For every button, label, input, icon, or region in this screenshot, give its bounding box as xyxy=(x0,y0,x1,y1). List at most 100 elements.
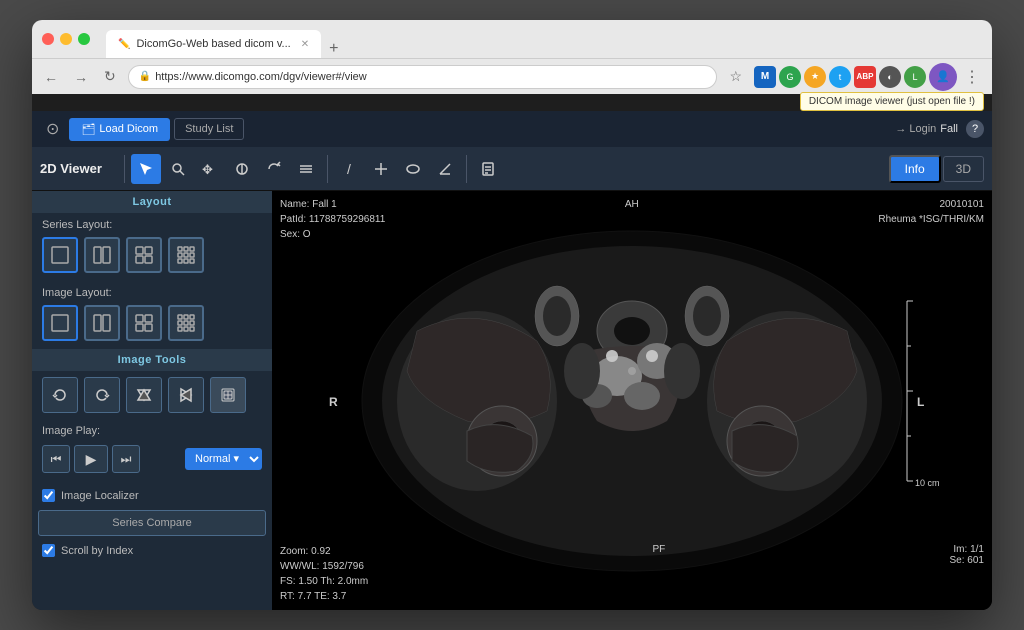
ellipse-tool-button[interactable] xyxy=(398,154,428,184)
series-compare-button[interactable]: Series Compare xyxy=(38,510,266,536)
image-layout-1x2[interactable] xyxy=(84,305,120,341)
3d-tab-button[interactable]: 3D xyxy=(943,156,984,182)
rotate-cw-button[interactable] xyxy=(84,377,120,413)
series-layout-1x1[interactable] xyxy=(42,237,78,273)
forward-button[interactable]: → xyxy=(70,67,92,87)
layout-section-title: Layout xyxy=(32,191,272,213)
ext-icon-1[interactable]: M xyxy=(754,66,776,88)
scroll-by-index-checkbox[interactable] xyxy=(42,544,55,557)
tooltip-text: DICOM image viewer (just open file !) xyxy=(809,96,975,107)
browser-addressbar: ← → ↻ 🔒 https://www.dicomgo.com/dgv/view… xyxy=(32,58,992,94)
back-button[interactable]: ← xyxy=(40,67,62,87)
login-button[interactable]: → Login xyxy=(895,123,936,135)
ext-icon-4[interactable]: t xyxy=(829,66,851,88)
se-label: Se: 601 xyxy=(950,555,984,566)
reload-button[interactable]: ↻ xyxy=(100,66,120,87)
app-main: Layout Series Layout: Im xyxy=(32,191,992,610)
play-button[interactable]: ▶ xyxy=(74,445,108,473)
center-label: AH xyxy=(625,197,639,212)
3d-tab-label: 3D xyxy=(956,162,971,176)
rotate-ccw-button[interactable] xyxy=(42,377,78,413)
login-icon: → xyxy=(895,123,906,135)
zoom-tool-button[interactable] xyxy=(163,154,193,184)
active-tab[interactable]: ✏️ DicomGo-Web based dicom v... ✕ xyxy=(106,30,321,58)
new-tab-button[interactable]: + xyxy=(325,40,342,58)
viewer-meta-top: Name: Fall 1 PatId: 11788759296811 Sex: … xyxy=(280,197,984,242)
meta-bottom-center: PF xyxy=(652,544,665,604)
play-first-button[interactable]: ⏮ xyxy=(42,445,70,473)
home-button[interactable]: ⊙ xyxy=(40,115,65,143)
pf-label: PF xyxy=(652,544,665,555)
flip-horizontal-button[interactable] xyxy=(168,377,204,413)
tab-title: DicomGo-Web based dicom v... xyxy=(136,38,290,50)
lock-icon: 🔒 xyxy=(139,71,151,82)
angle-tool-button[interactable] xyxy=(430,154,460,184)
image-tools-section-title: Image Tools xyxy=(32,349,272,371)
report-tool-button[interactable] xyxy=(473,154,503,184)
ext-icon-2[interactable]: G xyxy=(779,66,801,88)
wwwl-label: WW/WL: 1592/796 xyxy=(280,559,368,574)
image-play-section: ⏮ ▶ ⏭ Normal ▾ Fast Slow xyxy=(32,439,272,485)
image-layout-2x2[interactable] xyxy=(126,305,162,341)
svg-text:✥: ✥ xyxy=(202,162,213,177)
series-layout-2x2[interactable] xyxy=(126,237,162,273)
browser-menu-button[interactable]: ⋮ xyxy=(960,65,984,89)
toolbar-separator-2 xyxy=(327,155,328,183)
length-tool-button[interactable]: / xyxy=(334,154,364,184)
meta-center: AH xyxy=(625,197,639,242)
scroll-tool-button[interactable] xyxy=(291,154,321,184)
ref-label: Rheuma *ISG/THRI/KM xyxy=(878,212,984,227)
toolbar-separator xyxy=(124,155,125,183)
load-dicom-icon: 🗂 xyxy=(81,123,95,136)
close-button[interactable] xyxy=(42,33,54,45)
series-layout-1x2[interactable] xyxy=(84,237,120,273)
minimize-button[interactable] xyxy=(60,33,72,45)
series-layout-grid xyxy=(32,233,272,281)
viewer-area: Name: Fall 1 PatId: 11788759296811 Sex: … xyxy=(272,191,992,610)
image-layout-grid xyxy=(32,301,272,349)
sidebar: Layout Series Layout: Im xyxy=(32,191,272,610)
image-localizer-label: Image Localizer xyxy=(61,490,139,502)
image-layout-1x1[interactable] xyxy=(42,305,78,341)
url-text: https://www.dicomgo.com/dgv/viewer#/view xyxy=(155,71,367,83)
image-localizer-row: Image Localizer xyxy=(32,485,272,506)
viewer-meta-bottom: Zoom: 0.92 WW/WL: 1592/796 FS: 1.50 Th: … xyxy=(280,544,984,604)
cross-tool-button[interactable] xyxy=(366,154,396,184)
overlay-tool-button[interactable] xyxy=(210,377,246,413)
series-layout-3x3[interactable] xyxy=(168,237,204,273)
maximize-button[interactable] xyxy=(78,33,90,45)
ext-icon-6[interactable]: ◐ xyxy=(879,66,901,88)
load-dicom-label: Load Dicom xyxy=(99,123,158,135)
traffic-lights xyxy=(42,33,90,45)
play-controls: ⏮ ▶ ⏭ Normal ▾ Fast Slow xyxy=(42,445,262,473)
patient-id-label: PatId: 11788759296811 xyxy=(280,212,385,227)
tab-close-button[interactable]: ✕ xyxy=(301,39,309,50)
app-container: ⊙ 🗂 Load Dicom Study List → Login Fall ?… xyxy=(32,111,992,610)
info-tab-button[interactable]: Info xyxy=(889,155,941,183)
image-layout-3x3[interactable] xyxy=(168,305,204,341)
scroll-by-index-label: Scroll by Index xyxy=(61,545,133,557)
ext-icon-7[interactable]: L xyxy=(904,66,926,88)
rotate-tool-button[interactable] xyxy=(259,154,289,184)
speed-select[interactable]: Normal ▾ Fast Slow xyxy=(185,448,262,470)
address-bar[interactable]: 🔒 https://www.dicomgo.com/dgv/viewer#/vi… xyxy=(128,65,718,89)
login-label: Login xyxy=(909,123,936,135)
zoom-label: Zoom: 0.92 xyxy=(280,544,368,559)
ext-icon-3[interactable]: ★ xyxy=(804,66,826,88)
user-profile-button[interactable]: 👤 xyxy=(929,63,957,91)
ext-icon-5[interactable]: ABP xyxy=(854,66,876,88)
help-button[interactable]: ? xyxy=(966,120,984,138)
image-localizer-checkbox[interactable] xyxy=(42,489,55,502)
bookmark-button[interactable]: ☆ xyxy=(725,66,746,87)
patient-name-label: Name: Fall 1 xyxy=(280,197,385,212)
flip-vertical-button[interactable] xyxy=(126,377,162,413)
help-label: ? xyxy=(972,123,978,135)
load-dicom-button[interactable]: 🗂 Load Dicom xyxy=(69,118,170,141)
play-last-button[interactable]: ⏭ xyxy=(112,445,140,473)
select-tool-button[interactable] xyxy=(131,154,161,184)
pan-tool-button[interactable]: ✥ xyxy=(195,154,225,184)
meta-bottom-right: Im: 1/1 Se: 601 xyxy=(950,544,984,604)
study-list-button[interactable]: Study List xyxy=(174,118,244,140)
wwwl-tool-button[interactable] xyxy=(227,154,257,184)
toolbar-separator-3 xyxy=(466,155,467,183)
